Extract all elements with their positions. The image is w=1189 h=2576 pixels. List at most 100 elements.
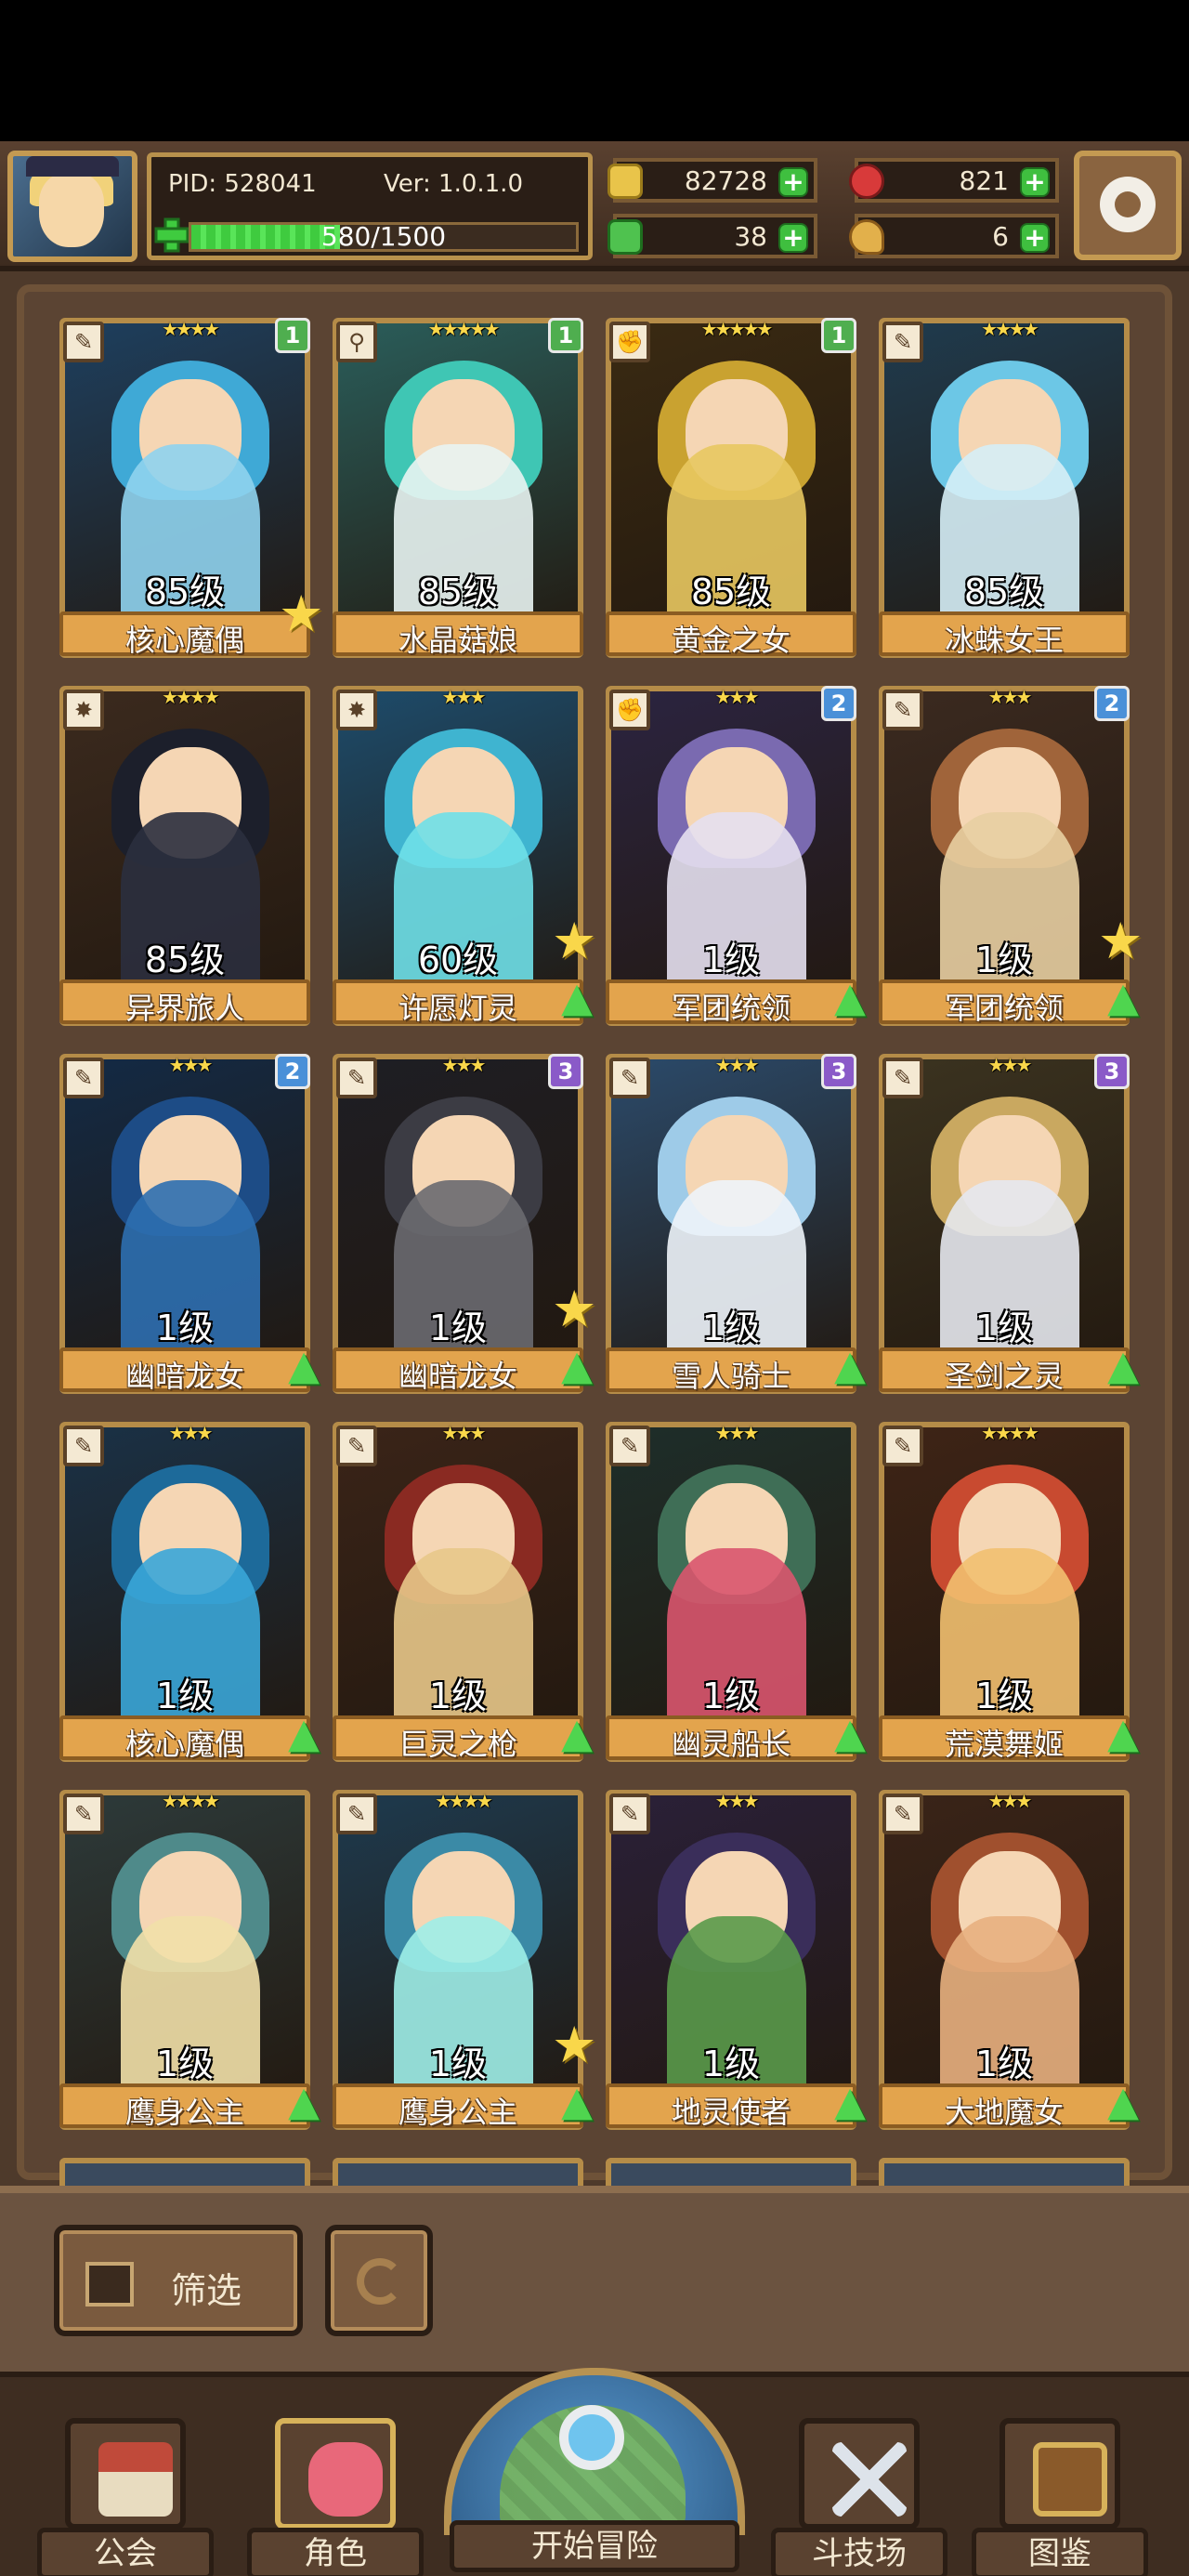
guild-house-icon (98, 2442, 173, 2517)
level-up-arrow-icon: ▲ (1107, 2078, 1139, 2125)
hero-card[interactable]: ✎ ★★★ 1级 地灵使者 ▲ (606, 1790, 866, 2130)
level-up-arrow-icon: ▲ (1107, 974, 1139, 1021)
hero-star-rating: ★★★★ (162, 686, 220, 708)
hero-name: 幽暗龙女 (124, 1359, 244, 1394)
refresh-button[interactable] (325, 2225, 433, 2336)
hero-name: 鹰身公主 (398, 2095, 517, 2130)
hero-level: 1级 (155, 1676, 215, 1716)
nav-arena[interactable]: 斗技场 (771, 2418, 947, 2576)
hero-star-rating: ★★★ (168, 1054, 214, 1076)
nav-codex[interactable]: 图鉴 (972, 2418, 1148, 2576)
hero-card[interactable]: ✸ ★★★ 60级 许愿灯灵 ★ ▲ (333, 686, 596, 1026)
nav-adventure[interactable]: 开始冒险 (444, 2368, 745, 2576)
hero-card[interactable]: ✸ ★★★★ 85级 异界旅人 (59, 686, 310, 1026)
hero-tier-badge: 2 (1094, 686, 1130, 721)
nav-codex-tile (1000, 2418, 1120, 2530)
hero-tier-badge: 1 (548, 318, 583, 353)
star-upgrade-icon: ★ (552, 912, 597, 970)
hero-card[interactable]: ✎ ★★★ 1级 幽灵船长 ▲ (606, 1422, 866, 1762)
nav-arena-label: 斗技场 (771, 2528, 947, 2576)
hero-card[interactable]: ✎ ★★★ 1级 大地魔女 ▲ (879, 1790, 1139, 2130)
hero-level: 1级 (428, 1676, 488, 1716)
hero-name: 军团统领 (944, 991, 1064, 1026)
hero-level: 85级 (144, 940, 226, 980)
hero-star-rating: ★★★★ (435, 1790, 493, 1812)
hero-level: 1级 (701, 1308, 761, 1348)
hero-name: 雪人骑士 (671, 1359, 790, 1394)
hero-tier-badge: 2 (275, 1054, 310, 1089)
hero-star-rating: ★★★★★ (427, 318, 501, 340)
level-up-arrow-icon: ▲ (834, 1710, 866, 1757)
hero-card[interactable]: ✊ ★★★★★ 1 85级 黄金之女 (606, 318, 856, 658)
hero-card[interactable]: ✎ ★★★★ 1级 鹰身公主 ▲ (59, 1790, 320, 2130)
clover-icon (608, 219, 643, 255)
level-up-arrow-icon: ▲ (561, 1710, 593, 1757)
star-upgrade-icon: ★ (279, 585, 324, 643)
level-up-arrow-icon: ▲ (561, 2078, 593, 2125)
hero-tier-badge: 3 (821, 1054, 856, 1089)
hero-tier-badge: 1 (821, 318, 856, 353)
hero-card[interactable]: ✎ ★★★ 3 1级 雪人骑士 ▲ (606, 1054, 866, 1394)
hero-name: 许愿灯灵 (398, 991, 517, 1026)
hero-card[interactable]: ✎ ★★★ 3 1级 幽暗龙女 ★ ▲ (333, 1054, 596, 1394)
hero-card[interactable]: ✎ ★★★ 3 1级 圣剑之灵 ▲ (879, 1054, 1139, 1394)
xp-progress-bar: 580/1500 (189, 222, 579, 252)
hero-class-icon: ✎ (609, 1058, 650, 1098)
hero-card[interactable]: ✎ ★★★★ 1级 鹰身公主 ★ ▲ (333, 1790, 596, 2130)
hero-name: 核心魔偶 (124, 1727, 244, 1762)
xp-plus-icon (154, 217, 189, 253)
food-counter: 6 + (849, 214, 1059, 258)
hero-card[interactable]: ✎ ★★★ 1级 巨灵之枪 ▲ (333, 1422, 593, 1762)
hero-card[interactable]: ✎ ★★★★ 1级 荒漠舞姬 ▲ (879, 1422, 1139, 1762)
settings-button[interactable] (1074, 151, 1182, 260)
hero-card[interactable]: ✎ ★★★★ 85级 冰蛛女王 (879, 318, 1130, 658)
add-food-button[interactable]: + (1020, 223, 1050, 253)
hero-star-rating: ★★★ (714, 1790, 760, 1812)
hero-tier-badge: 3 (548, 1054, 583, 1089)
hero-card[interactable]: ✎ ★★★ 2 1级 幽暗龙女 ▲ (59, 1054, 320, 1394)
player-avatar[interactable] (7, 151, 137, 262)
hero-class-icon: ✎ (882, 1426, 923, 1466)
hero-card[interactable]: ⚲ ★★★★★ 1 85级 水晶菇娘 (333, 318, 583, 658)
star-upgrade-icon: ★ (552, 2016, 597, 2074)
filter-label: 筛选 (171, 2270, 242, 2311)
gold-coin-icon (608, 164, 643, 199)
level-up-arrow-icon: ▲ (288, 2078, 320, 2125)
add-clover-button[interactable]: + (778, 223, 808, 253)
filter-button[interactable]: 筛选 (54, 2225, 303, 2336)
hero-class-icon: ✎ (63, 1058, 104, 1098)
hero-card[interactable]: ✎ ★★★★ 1 85级 核心魔偶 ★ (59, 318, 323, 658)
hero-card[interactable]: ✊ ★★★ 2 1级 军团统领 ▲ (606, 686, 866, 1026)
top-header: PID: 528041 Ver: 1.0.1.0 580/1500 82728 … (0, 141, 1189, 271)
hero-name: 异界旅人 (124, 991, 244, 1026)
hero-class-icon: ✎ (63, 322, 104, 362)
hero-star-rating: ★★★★ (162, 318, 220, 340)
hero-class-icon: ✎ (882, 322, 923, 362)
hero-level: 1级 (701, 1676, 761, 1716)
hero-level: 1级 (155, 1308, 215, 1348)
hero-star-rating: ★★★ (714, 1054, 760, 1076)
hero-card[interactable]: ✎ ★★★ 1级 核心魔偶 ▲ (59, 1422, 320, 1762)
nav-roles[interactable]: 角色 (247, 2418, 424, 2576)
refresh-icon (357, 2258, 403, 2305)
crossed-swords-icon (832, 2442, 907, 2517)
level-up-arrow-icon: ▲ (1107, 1342, 1139, 1389)
hero-class-icon: ✎ (63, 1426, 104, 1466)
character-face-icon (308, 2442, 383, 2517)
hero-name: 黄金之女 (671, 623, 790, 658)
nav-guild[interactable]: 公会 (37, 2418, 214, 2576)
nav-arena-tile (799, 2418, 920, 2530)
hero-name: 核心魔偶 (124, 623, 244, 658)
magnifier-icon (559, 2405, 624, 2470)
nav-codex-label: 图鉴 (972, 2528, 1148, 2576)
clover-counter: 38 + (608, 214, 817, 258)
hero-class-icon: ✊ (609, 690, 650, 730)
add-ruby-button[interactable]: + (1020, 167, 1050, 197)
hero-name: 军团统领 (671, 991, 790, 1026)
add-gold-button[interactable]: + (778, 167, 808, 197)
hero-card[interactable]: ✎ ★★★ 2 1级 军团统领 ★ ▲ (879, 686, 1143, 1026)
hero-star-rating: ★★★★ (162, 1790, 220, 1812)
hero-name: 巨灵之枪 (398, 1727, 517, 1762)
hero-class-icon: ✸ (63, 690, 104, 730)
hero-star-rating: ★★★★★ (700, 318, 774, 340)
